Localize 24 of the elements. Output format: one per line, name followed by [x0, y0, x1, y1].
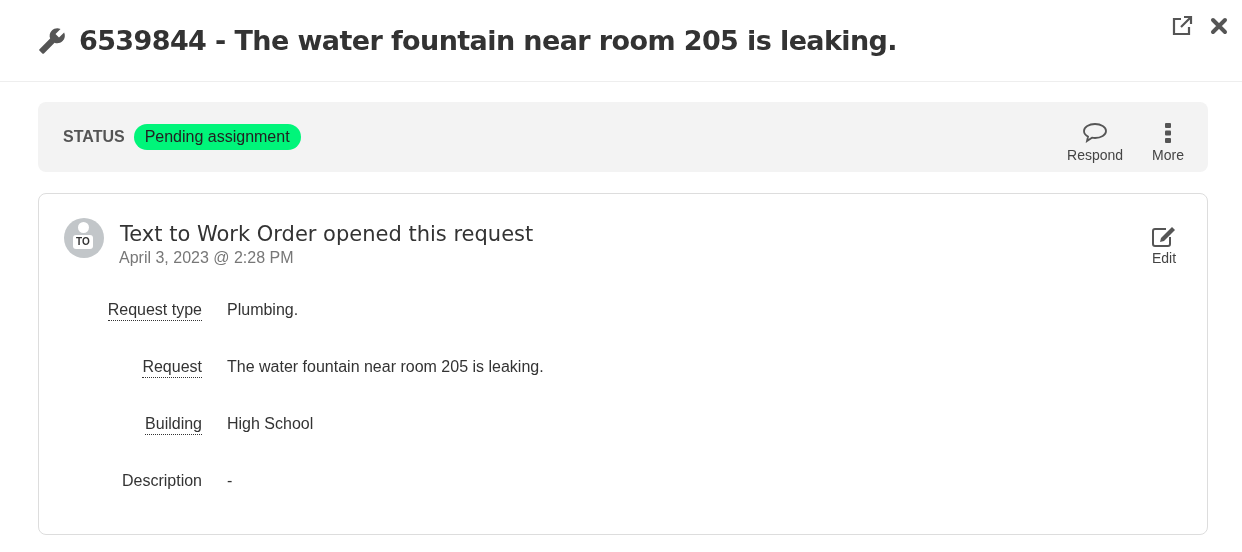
field-label: Description [121, 472, 202, 491]
field-value: High School [227, 415, 315, 434]
speech-bubble-icon [1082, 121, 1109, 144]
status-badge: Pending assignment [133, 124, 301, 150]
field-value: Plumbing. [227, 301, 300, 320]
external-link-icon[interactable] [1170, 14, 1194, 38]
field-label: Building [145, 415, 202, 435]
close-icon[interactable] [1210, 17, 1228, 35]
activity-title: Text to Work Order opened this request [120, 222, 534, 246]
field-value: - [227, 472, 234, 491]
more-button[interactable]: More [1152, 111, 1184, 163]
wrench-icon [38, 26, 66, 55]
dialog-title: 6539844 - The water fountain near room 205 is leaking. [79, 25, 897, 56]
timestamp: April 3, 2023 @ 2:28 PM [119, 249, 295, 267]
respond-button[interactable]: Respond [1067, 111, 1124, 163]
more-icon [1164, 121, 1173, 144]
field-label: Request type [107, 301, 202, 321]
field-value: The water fountain near room 205 is leaking. [227, 358, 545, 377]
field-label: Request [142, 358, 202, 378]
status-label: STATUS [63, 128, 125, 146]
edit-button[interactable]: Edit [1151, 226, 1177, 266]
avatar-initials: TO [73, 235, 93, 249]
person-icon [78, 222, 89, 233]
edit-icon [1151, 226, 1177, 248]
